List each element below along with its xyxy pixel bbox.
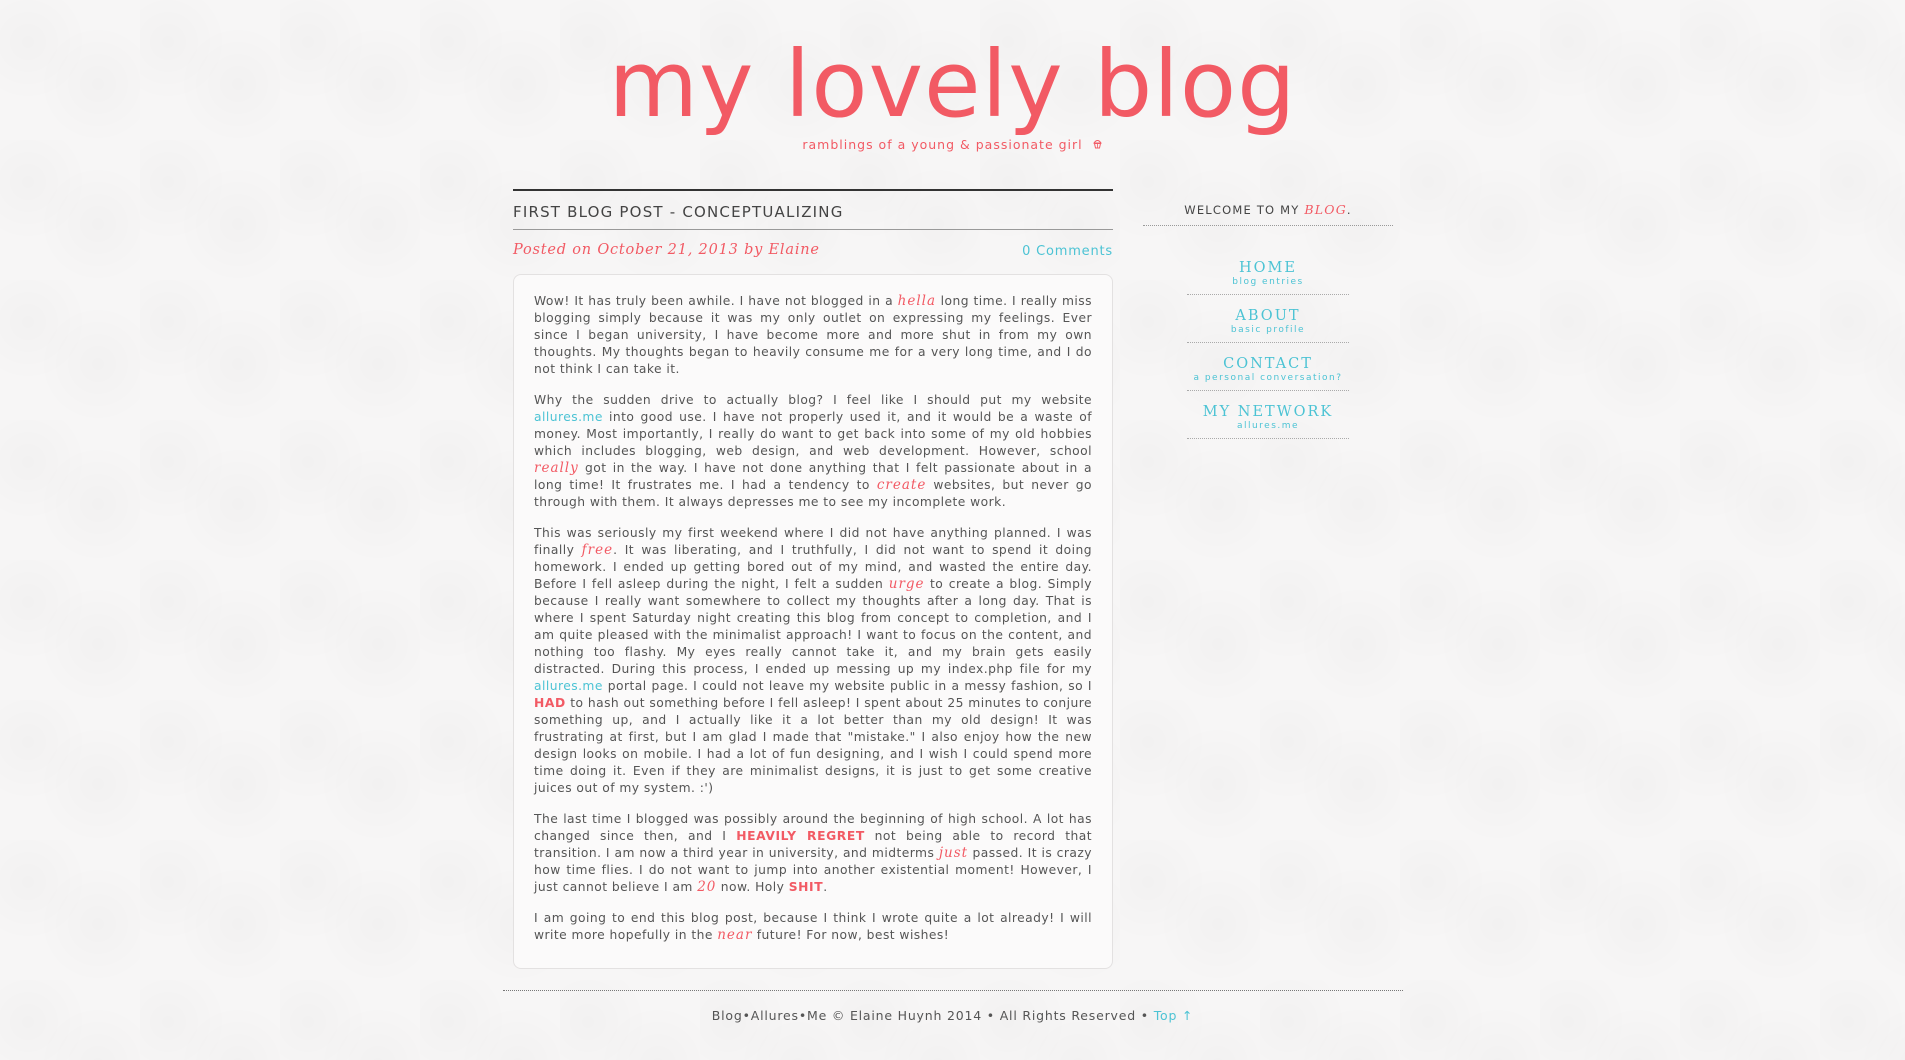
emphasis-text: really: [534, 460, 579, 476]
nav-about-label[interactable]: ABOUT: [1187, 308, 1349, 325]
footer: Blog•Allures•Me © Elaine Huynh 2014 • Al…: [0, 1008, 1905, 1023]
text-segment: now. Holy: [716, 880, 789, 894]
nav-about-sub: basic profile: [1230, 325, 1306, 335]
text-segment: portal page. I could not leave my websit…: [602, 679, 1092, 693]
footer-divider: [503, 990, 1403, 991]
strong-text: SHIT: [788, 880, 824, 894]
sidebar: WELCOME TO MY BLOG. HOME blog entries AB…: [1143, 189, 1393, 448]
nav-network-label[interactable]: MY NETWORK: [1187, 404, 1349, 421]
page: my lovely blog ramblings of a young & pa…: [0, 0, 1905, 1060]
blog-title[interactable]: my lovely blog: [0, 30, 1905, 140]
post-title[interactable]: FIRST BLOG POST - CONCEPTUALIZING: [513, 203, 1113, 221]
welcome-text: WELCOME TO MY: [1184, 203, 1305, 217]
paragraph-5: I am going to end this blog post, becaus…: [534, 910, 1092, 944]
welcome-suffix: .: [1346, 203, 1352, 217]
paragraph-4: The last time I blogged was possibly aro…: [534, 811, 1092, 896]
footer-text: Blog•Allures•Me © Elaine Huynh 2014 • Al…: [711, 1008, 1154, 1023]
emphasis-text: just: [938, 845, 969, 861]
allures-link[interactable]: allures.me: [534, 410, 603, 424]
nav-contact-label[interactable]: CONTACT: [1187, 356, 1349, 373]
sidebar-nav: HOME blog entries ABOUT basic profile CO…: [1187, 256, 1349, 439]
main-content: FIRST BLOG POST - CONCEPTUALIZING Posted…: [513, 189, 1113, 969]
emphasis-text: hella: [897, 293, 937, 309]
welcome-emphasis: BLOG: [1304, 202, 1347, 217]
emphasis-text: 20: [697, 879, 717, 895]
post-byline: Posted on October 21, 2013 by Elaine: [513, 242, 820, 258]
nav-home-sub: blog entries: [1232, 277, 1304, 287]
paragraph-2: Why the sudden drive to actually blog? I…: [534, 392, 1092, 511]
nav-item-my-network[interactable]: MY NETWORK allures.me: [1187, 400, 1349, 439]
nav-home-label[interactable]: HOME: [1187, 260, 1349, 277]
nav-item-contact[interactable]: CONTACT a personal conversation?: [1187, 352, 1349, 391]
emphasis-text: free: [581, 542, 614, 558]
emphasis-text: create: [876, 477, 927, 493]
text-segment: Why the sudden drive to actually blog? I…: [534, 393, 1092, 407]
strong-text: HEAVILY REGRET: [736, 829, 865, 843]
post-body: Wow! It has truly been awhile. I have no…: [513, 274, 1113, 969]
text-segment: Wow! It has truly been awhile. I have no…: [534, 294, 898, 308]
blog-tagline: ramblings of a young & passionate girl: [0, 137, 1905, 152]
text-segment: to hash out something before I fell asle…: [534, 696, 1092, 795]
text-segment: future! For now, best wishes!: [752, 928, 950, 942]
nav-item-about[interactable]: ABOUT basic profile: [1187, 304, 1349, 343]
nav-contact-sub: a personal conversation?: [1193, 373, 1343, 383]
paragraph-1: Wow! It has truly been awhile. I have no…: [534, 293, 1092, 378]
strong-text: HAD: [534, 696, 566, 710]
nav-item-home[interactable]: HOME blog entries: [1187, 256, 1349, 295]
paragraph-3: This was seriously my first weekend wher…: [534, 525, 1092, 797]
emphasis-text: urge: [888, 576, 925, 592]
text-segment: to create a blog. Simply because I reall…: [534, 577, 1092, 676]
sidebar-welcome: WELCOME TO MY BLOG.: [1143, 189, 1393, 226]
allures-link[interactable]: allures.me: [534, 679, 603, 693]
text-segment: into good use. I have not properly used …: [534, 410, 1092, 458]
post-header: FIRST BLOG POST - CONCEPTUALIZING: [513, 189, 1113, 230]
nav-network-sub: allures.me: [1236, 421, 1300, 431]
post-meta: Posted on October 21, 2013 by Elaine 0 C…: [513, 230, 1113, 264]
back-to-top-link[interactable]: Top ↑: [1154, 1008, 1194, 1023]
tagline-text: ramblings of a young & passionate girl: [802, 137, 1083, 152]
comments-link[interactable]: 0 Comments: [1022, 244, 1113, 259]
cupcake-icon: [1092, 138, 1103, 152]
text-segment: .: [823, 880, 828, 894]
emphasis-text: near: [717, 927, 753, 943]
